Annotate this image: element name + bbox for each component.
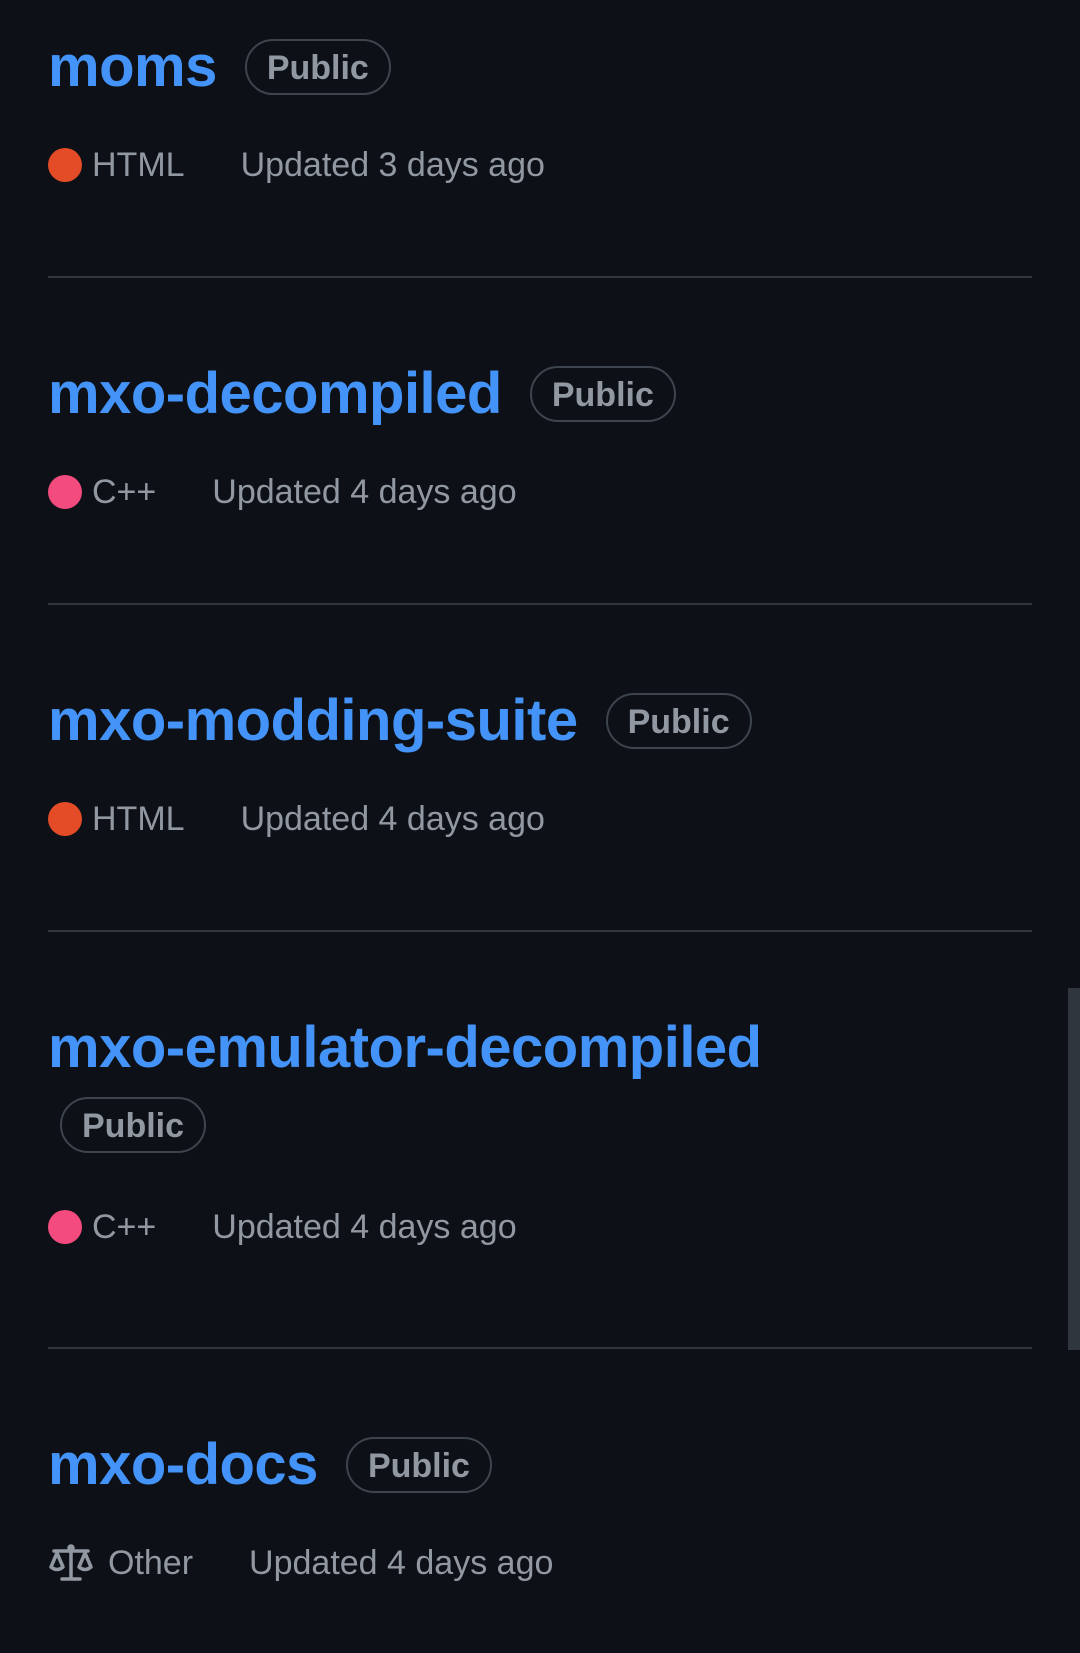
repo-name-link[interactable]: mxo-decompiled (48, 359, 502, 429)
repo-item: mxo-emulator-decompiled Public C++ Updat… (48, 1013, 1032, 1252)
repo-meta: HTML Updated 3 days ago (48, 140, 1032, 190)
repo-item: mxo-decompiled Public C++ Updated 4 days… (48, 359, 1032, 517)
visibility-badge: Public (60, 1097, 207, 1153)
repo-title-row: mxo-modding-suite Public (48, 686, 1032, 756)
divider (48, 276, 1032, 278)
visibility-badge: Public (345, 1437, 492, 1493)
repo-item: moms Public HTML Updated 3 days ago (48, 32, 1032, 190)
visibility-badge: Public (529, 366, 676, 422)
scrollbar-thumb[interactable] (1068, 988, 1080, 1350)
updated-text: Updated 4 days ago (249, 1543, 554, 1582)
divider (48, 930, 1032, 932)
language-color-dot (48, 475, 82, 509)
repo-name-link[interactable]: mxo-modding-suite (48, 686, 578, 756)
language-label: C++ (92, 472, 157, 511)
divider (48, 1347, 1032, 1349)
repo-item: mxo-docs Public Other Updated 4 days ago (48, 1430, 1032, 1588)
repo-name-link[interactable]: mxo-emulator-decompiled (48, 1013, 762, 1083)
repo-title-row: mxo-docs Public (48, 1430, 1032, 1500)
updated-text: Updated 4 days ago (212, 472, 517, 511)
repo-title-row: mxo-decompiled Public (48, 359, 1032, 429)
repo-item: mxo-modding-suite Public HTML Updated 4 … (48, 686, 1032, 844)
repo-meta: C++ Updated 4 days ago (48, 467, 1032, 517)
repo-name-link[interactable]: moms (48, 32, 217, 102)
repo-meta: HTML Updated 4 days ago (48, 794, 1032, 844)
language-label: HTML (92, 799, 185, 838)
license-label: Other (108, 1543, 194, 1582)
repo-meta: Other Updated 4 days ago (48, 1538, 1032, 1588)
visibility-badge: Public (244, 39, 391, 95)
language-color-dot (48, 1210, 82, 1244)
repo-meta: C++ Updated 4 days ago (48, 1202, 1032, 1252)
repo-name-link[interactable]: mxo-docs (48, 1430, 318, 1500)
law-scale-icon (48, 1543, 94, 1583)
updated-text: Updated 3 days ago (240, 145, 545, 184)
language-color-dot (48, 148, 82, 182)
repo-title-row: mxo-emulator-decompiled (48, 1013, 1032, 1083)
updated-text: Updated 4 days ago (240, 799, 545, 838)
badge-row: Public (48, 1083, 1032, 1153)
language-color-dot (48, 802, 82, 836)
updated-text: Updated 4 days ago (212, 1207, 517, 1246)
repo-title-row: moms Public (48, 32, 1032, 102)
visibility-badge: Public (605, 693, 752, 749)
language-label: C++ (92, 1207, 157, 1246)
divider (48, 603, 1032, 605)
language-label: HTML (92, 145, 185, 184)
